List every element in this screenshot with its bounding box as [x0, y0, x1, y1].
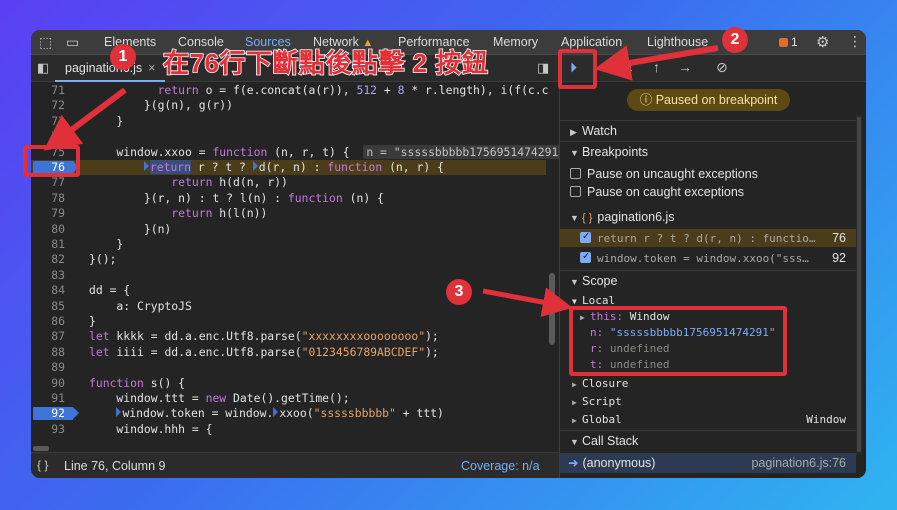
- annotation-arrow-1: [43, 87, 127, 151]
- annotation-arrow-3: [482, 287, 573, 317]
- annotation-arrow-2: [594, 45, 719, 81]
- annotation-arrows: [43, 45, 719, 317]
